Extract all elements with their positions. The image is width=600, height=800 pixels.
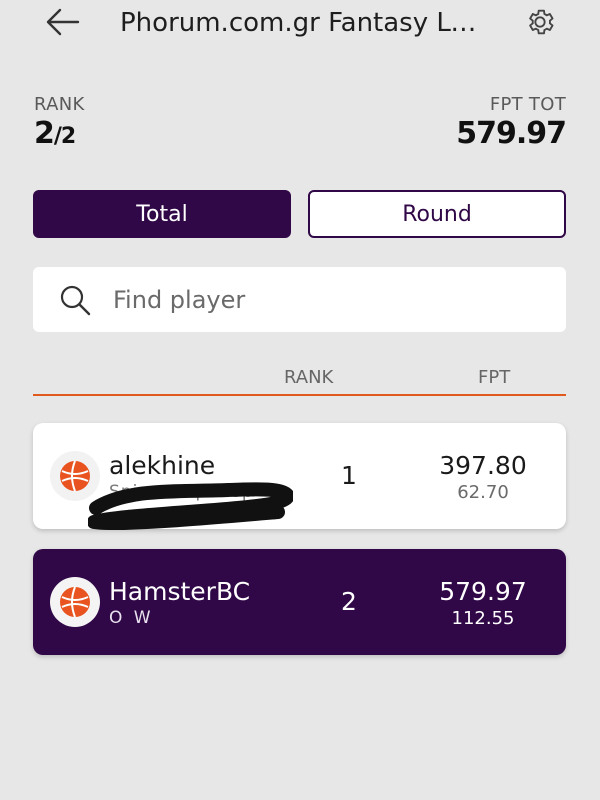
avatar: [50, 577, 100, 627]
team-logo-icon: [60, 460, 90, 492]
rank-label: RANK: [34, 94, 85, 115]
avatar: [50, 451, 100, 501]
table-row[interactable]: alekhine Spiros Papadop 1 397.80 62.70: [33, 423, 566, 530]
rank-number: 2: [34, 116, 55, 151]
player-rank: 2: [341, 587, 357, 616]
page-title: Phorum.com.gr Fantasy Le...: [120, 8, 490, 38]
search-input[interactable]: [111, 284, 535, 315]
header-divider: [33, 394, 566, 396]
back-arrow-icon: [46, 8, 80, 36]
back-button[interactable]: [40, 4, 84, 40]
settings-button[interactable]: [520, 4, 560, 40]
column-header-fpt: FPT: [478, 367, 511, 388]
player-round-fpt: 112.55: [451, 608, 515, 629]
gear-icon: [529, 9, 554, 35]
rank-value: 2/2: [34, 116, 76, 151]
fpt-total-label: FPT TOT: [489, 94, 566, 115]
tab-round[interactable]: Round: [308, 190, 566, 238]
player-subtitle: O W: [109, 608, 154, 628]
player-fpt: 579.97: [439, 577, 527, 606]
player-rank: 1: [341, 461, 357, 490]
table-row[interactable]: HamsterBC O W 2 579.97 112.55: [33, 549, 566, 655]
search-box[interactable]: [33, 267, 566, 332]
player-name: alekhine: [109, 451, 216, 480]
tab-total[interactable]: Total: [33, 190, 291, 238]
rank-total: /2: [53, 124, 76, 149]
search-icon: [57, 282, 93, 318]
app-header: Phorum.com.gr Fantasy Le...: [0, 0, 600, 46]
player-fpt: 397.80: [439, 451, 527, 480]
player-name: HamsterBC: [109, 577, 251, 606]
player-round-fpt: 62.70: [457, 482, 509, 503]
fpt-total-value: 579.97: [456, 116, 567, 151]
team-logo-icon: [60, 586, 90, 618]
column-header-rank: RANK: [284, 367, 334, 388]
player-subtitle: Spiros Papadop: [109, 482, 254, 502]
